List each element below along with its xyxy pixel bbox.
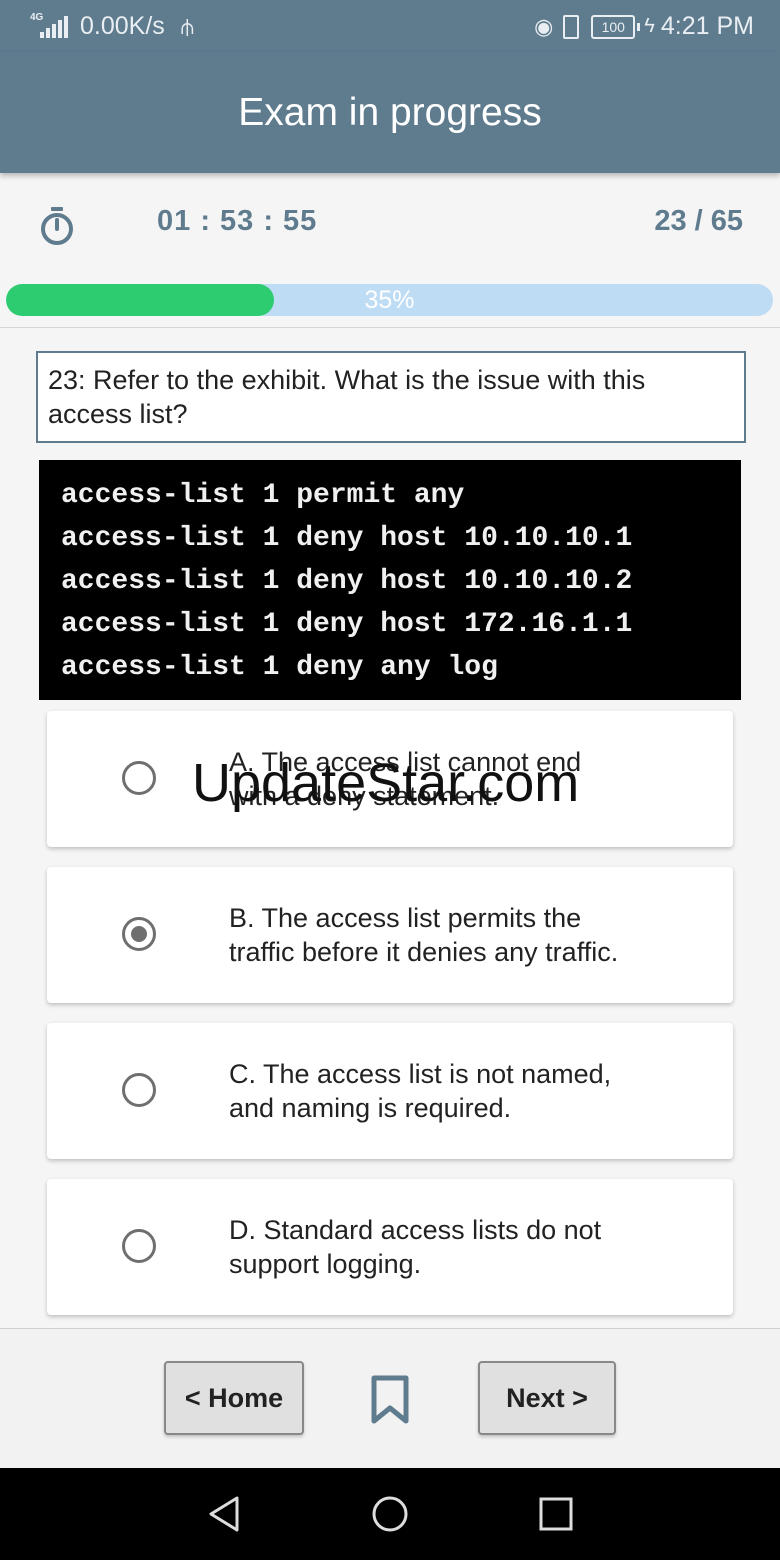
- answer-option-c[interactable]: C. The access list is not named, and nam…: [47, 1023, 733, 1159]
- vibrate-icon: [563, 14, 580, 39]
- status-right: ◉ 100 ϟ 4:21 PM: [534, 12, 754, 41]
- exam-timer: 01 : 53 : 55: [157, 205, 318, 237]
- usb-icon: ⫛: [180, 13, 194, 39]
- page-title: Exam in progress: [238, 90, 542, 134]
- bookmark-icon[interactable]: [370, 1375, 410, 1425]
- question-counter: 23 / 65: [654, 205, 743, 237]
- option-text-c: C. The access list is not named, and nam…: [229, 1059, 612, 1123]
- clock: 4:21 PM: [660, 12, 754, 40]
- home-nav-icon[interactable]: [370, 1494, 410, 1534]
- option-text-b: B. The access list permits the traffic b…: [229, 903, 619, 967]
- divider: [0, 327, 780, 328]
- bottom-toolbar: < Home Next >: [0, 1328, 780, 1469]
- battery-icon: 100: [591, 14, 636, 39]
- exhibit-line: access-list 1 permit any: [61, 480, 465, 511]
- question-text: 23: Refer to the exhibit. What is the is…: [36, 351, 746, 443]
- exhibit-image: access-list 1 permit any access-list 1 d…: [39, 460, 741, 700]
- progress-bar: 35%: [6, 284, 773, 316]
- watermark: UpdateStar.com: [192, 753, 580, 813]
- battery-tip-icon: [637, 22, 641, 31]
- radio-button-c[interactable]: [122, 1073, 156, 1107]
- progress-label: 35%: [364, 286, 415, 314]
- back-icon[interactable]: [204, 1494, 244, 1534]
- signal-icon: 4G: [30, 12, 68, 38]
- exhibit-line: access-list 1 deny host 10.10.10.2: [61, 566, 633, 597]
- eye-comfort-icon: ◉: [534, 13, 554, 39]
- app-header: Exam in progress: [0, 52, 780, 173]
- answer-option-d[interactable]: D. Standard access lists do not support …: [47, 1179, 733, 1315]
- exhibit-line: access-list 1 deny any log: [61, 652, 498, 683]
- radio-button-b[interactable]: [122, 917, 156, 951]
- status-bar: 4G 0.00K/s ⫛ ◉ 100 ϟ 4:21 PM: [0, 0, 780, 52]
- home-button[interactable]: < Home: [164, 1361, 304, 1435]
- system-nav-bar: [0, 1468, 780, 1560]
- radio-button-a[interactable]: [122, 761, 156, 795]
- recents-icon[interactable]: [536, 1494, 576, 1534]
- option-text-d: D. Standard access lists do not support …: [229, 1215, 602, 1279]
- radio-button-d[interactable]: [122, 1229, 156, 1263]
- stopwatch-icon: [41, 207, 73, 245]
- charging-icon: ϟ: [644, 15, 655, 37]
- network-speed: 0.00K/s: [80, 12, 165, 40]
- exhibit-line: access-list 1 deny host 172.16.1.1: [61, 609, 633, 640]
- exhibit-line: access-list 1 deny host 10.10.10.1: [61, 523, 633, 554]
- next-button[interactable]: Next >: [478, 1361, 616, 1435]
- answer-option-b[interactable]: B. The access list permits the traffic b…: [47, 867, 733, 1003]
- status-left: 4G 0.00K/s ⫛: [30, 12, 194, 41]
